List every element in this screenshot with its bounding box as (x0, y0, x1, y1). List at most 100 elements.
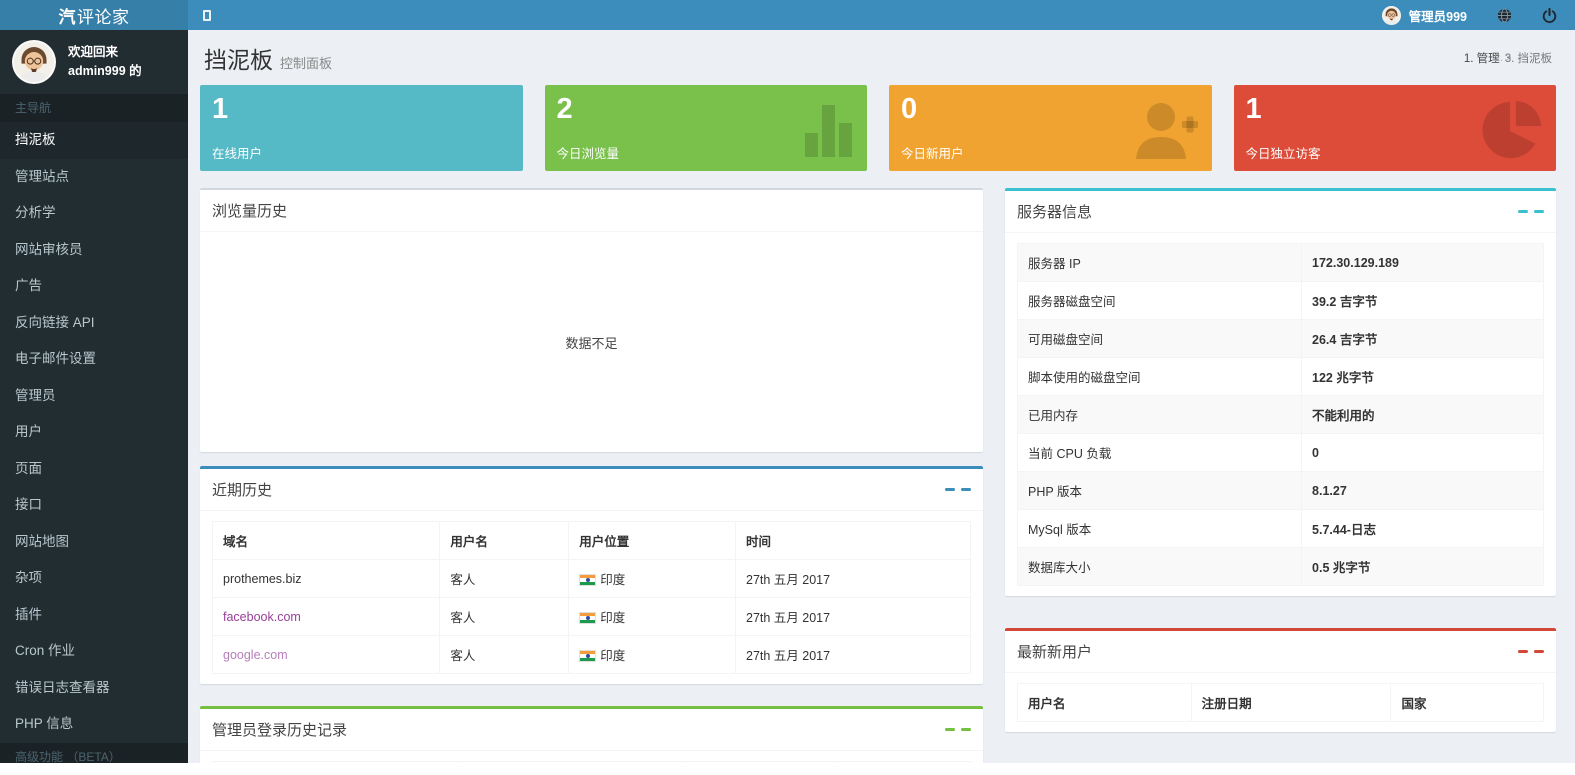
sidebar-item-email-settings[interactable]: 电子邮件设置 (0, 341, 188, 378)
sidebar-item-sitemap[interactable]: 网站地图 (0, 524, 188, 561)
views-history-chart-area: 数据不足 (200, 232, 983, 452)
domain-link[interactable]: google.com (223, 648, 288, 662)
collapse-button[interactable] (945, 728, 955, 732)
language-globe-button[interactable] (1497, 8, 1512, 23)
brand-logo[interactable]: 汽评论家 (0, 0, 188, 30)
panel-tools (1518, 210, 1544, 214)
column-header: 域名 (213, 522, 440, 560)
table-row: 可用磁盘空间26.4 吉字节 (1018, 320, 1544, 358)
stat-value: 1 (212, 94, 511, 124)
remove-button[interactable] (1534, 650, 1544, 654)
sidebar-item-error-log-viewer[interactable]: 错误日志查看器 (0, 670, 188, 707)
panel-title: 服务器信息 (1017, 201, 1092, 222)
server-info-table: 服务器 IP172.30.129.189 服务器磁盘空间39.2 吉字节 可用磁… (1017, 243, 1544, 586)
sidebar-item-plugins[interactable]: 插件 (0, 597, 188, 634)
remove-button[interactable] (1534, 210, 1544, 214)
brand-logo-text: 评论家 (77, 3, 130, 28)
stat-box-today-views[interactable]: 2 今日浏览量 (545, 85, 868, 171)
table-row: PHP 版本8.1.27 (1018, 472, 1544, 510)
time-cell: 27th 五月 2017 (736, 636, 971, 674)
column-header: 用户名 (440, 522, 569, 560)
india-flag-icon (579, 574, 596, 586)
domain-link[interactable]: facebook.com (223, 610, 301, 624)
panel-title: 最新新用户 (1017, 641, 1092, 662)
location-cell: 印度 (569, 560, 736, 598)
stat-box-online-users[interactable]: 1 在线用户 (200, 85, 523, 171)
sidebar-item-cron-jobs[interactable]: Cron 作业 (0, 633, 188, 670)
sidebar-toggle-button[interactable] (188, 0, 226, 30)
user-cell: 客人 (440, 598, 569, 636)
top-navbar: 管理员999 (188, 0, 1575, 30)
logout-power-button[interactable] (1542, 8, 1557, 23)
panel-tools (945, 728, 971, 732)
panel-title: 管理员登录历史记录 (212, 719, 347, 740)
table-row: 当前 CPU 负载0 (1018, 434, 1544, 472)
no-data-message: 数据不足 (565, 333, 617, 352)
table-row: 已用内存不能利用的 (1018, 396, 1544, 434)
sidebar-item-php-info[interactable]: PHP 信息 (0, 706, 188, 743)
sidebar-item-users[interactable]: 用户 (0, 414, 188, 451)
sidebar-item-ads[interactable]: 广告 (0, 268, 188, 305)
menu-toggle-icon (203, 10, 211, 21)
sidebar: 欢迎回来 admin999 的 主导航 挡泥板 管理站点 分析学 网站审核员 广… (0, 30, 188, 763)
sidebar-item-manage-site[interactable]: 管理站点 (0, 159, 188, 196)
recent-history-table: 域名 用户名 用户位置 时间 prothemes.biz 客人 (212, 521, 971, 674)
user-cell: 客人 (440, 636, 569, 674)
sidebar-user-panel: 欢迎回来 admin999 的 (0, 30, 188, 94)
sidebar-item-pages[interactable]: 页面 (0, 451, 188, 488)
user-menu[interactable]: 管理员999 (1382, 6, 1467, 25)
table-row: prothemes.biz 客人 印度 27th 五月 2017 (213, 560, 971, 598)
time-cell: 27th 五月 2017 (736, 560, 971, 598)
location-cell: 印度 (569, 636, 736, 674)
column-header: 国家 (1391, 684, 1544, 722)
sidebar-item-analytics[interactable]: 分析学 (0, 195, 188, 232)
panel-title: 近期历史 (212, 479, 272, 500)
collapse-button[interactable] (1518, 650, 1528, 654)
bar-chart-icon (805, 99, 855, 160)
sidebar-item-misc[interactable]: 杂项 (0, 560, 188, 597)
power-icon (1542, 8, 1557, 23)
stat-box-unique-visitors[interactable]: 1 今日独立访客 (1234, 85, 1557, 171)
views-history-panel: 浏览量历史 数据不足 (200, 188, 983, 452)
india-flag-icon (579, 650, 596, 662)
collapse-button[interactable] (1518, 210, 1528, 214)
stat-box-new-users[interactable]: 0 今日新用户 (889, 85, 1212, 171)
sidebar-item-admins[interactable]: 管理员 (0, 378, 188, 415)
navbar-right: 管理员999 (1382, 6, 1575, 25)
sidebar-item-api[interactable]: 接口 (0, 487, 188, 524)
table-row: facebook.com 客人 印度 27th 五月 2017 (213, 598, 971, 636)
sidebar-menu: 主导航 挡泥板 管理站点 分析学 网站审核员 广告 反向链接 API 电子邮件设… (0, 94, 188, 763)
column-header: 用户名 (1018, 684, 1192, 722)
avatar (12, 40, 56, 84)
page-footer (0, 763, 1575, 775)
pie-chart-icon (1482, 99, 1544, 164)
main-header: 汽评论家 管理员999 (0, 0, 1575, 30)
latest-users-table: 用户名 注册日期 国家 (1017, 683, 1544, 722)
sidebar-item-dashboard[interactable]: 挡泥板 (0, 122, 188, 159)
remove-button[interactable] (961, 488, 971, 492)
recent-history-panel: 近期历史 域名 用户名 用户位置 时间 (200, 466, 983, 684)
sidebar-item-backlink-api[interactable]: 反向链接 API (0, 305, 188, 342)
panel-tools (1518, 650, 1544, 654)
table-row: 服务器 IP172.30.129.189 (1018, 244, 1544, 282)
server-info-panel: 服务器信息 服务器 IP172.30.129.189 服务器磁盘空间39.2 吉… (1005, 188, 1556, 596)
page-subtitle: 控制面板 (280, 56, 332, 71)
breadcrumb-current: 挡泥板 (1518, 50, 1553, 66)
main-column: 浏览量历史 数据不足 近期历史 (200, 188, 983, 763)
collapse-button[interactable] (945, 488, 955, 492)
sidebar-section-advanced: 高级功能 （BETA） (0, 743, 188, 764)
user-cell: 客人 (440, 560, 569, 598)
domain-link[interactable]: prothemes.biz (223, 572, 302, 586)
remove-button[interactable] (961, 728, 971, 732)
column-header: 注册日期 (1191, 684, 1391, 722)
welcome-text: 欢迎回来 admin999 的 (68, 43, 142, 82)
table-row: 数据库大小0.5 兆字节 (1018, 548, 1544, 586)
sidebar-item-site-auditor[interactable]: 网站审核员 (0, 232, 188, 269)
stat-row: 1 在线用户 2 今日浏览量 0 今日新用户 (200, 85, 1556, 171)
brand-logo-bold: 汽 (59, 3, 77, 28)
welcome-line1: 欢迎回来 (68, 43, 142, 62)
user-name-label: 管理员999 (1409, 6, 1467, 25)
content-wrapper: 挡泥板控制面板 管理 > 挡泥板 1 在线用户 2 今日浏览量 0 (188, 30, 1575, 763)
sidebar-section-label: 主导航 (0, 94, 188, 122)
page-title: 挡泥板控制面板 (204, 41, 332, 75)
